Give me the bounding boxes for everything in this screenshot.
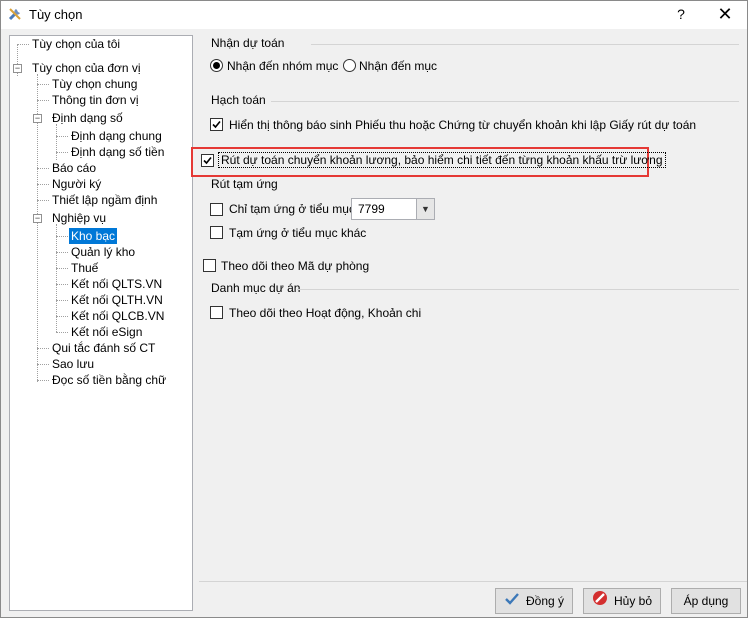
group-title-projects: Danh mục dự án <box>211 281 301 295</box>
checkbox-advance-subitem-label: Chỉ tạm ứng ở tiểu mục <box>229 202 355 216</box>
check-icon <box>504 590 520 614</box>
tree-item-amount-words[interactable]: Đọc số tiền bằng chữ <box>50 372 168 388</box>
subitem-select-value: 7799 <box>358 202 385 216</box>
tree-item-reports[interactable]: Báo cáo <box>50 160 98 176</box>
title-bar: Tùy chọn ? ✕ <box>1 1 747 29</box>
tools-icon <box>7 6 23 22</box>
tree-item-treasury[interactable]: Kho bạc <box>69 228 118 244</box>
tree-item-operations[interactable]: Nghiệp vụ <box>50 210 108 226</box>
cancel-icon <box>592 590 608 614</box>
radio-item-level-label: Nhận đến mục <box>359 59 438 73</box>
options-tree[interactable]: − − − Tùy chọn của tôi Tùy chọn của đơn … <box>9 35 193 611</box>
tree-item-defaults[interactable]: Thiết lập ngầm định <box>50 192 159 208</box>
tree-item-warehouse[interactable]: Quản lý kho <box>69 244 137 260</box>
footer-divider <box>199 581 747 582</box>
tree-item-tax[interactable]: Thuế <box>69 260 100 276</box>
tree-item-money-format[interactable]: Định dạng số tiền <box>69 144 166 160</box>
close-icon: ✕ <box>717 4 733 24</box>
help-button[interactable]: ? <box>661 1 701 28</box>
window-title: Tùy chọn <box>29 7 83 22</box>
chevron-down-icon[interactable]: ▼ <box>416 199 434 219</box>
tree-item-my-options[interactable]: Tùy chọn của tôi <box>30 36 122 52</box>
tree-item-general-format[interactable]: Định dạng chung <box>69 128 164 144</box>
tree-item-signers[interactable]: Người ký <box>50 176 103 192</box>
checkbox-track-activity[interactable] <box>210 306 223 319</box>
checkbox-salary-detail[interactable] <box>201 154 214 167</box>
tree-item-esign[interactable]: Kết nối eSign <box>69 324 144 340</box>
tree-item-backup[interactable]: Sao lưu <box>50 356 96 372</box>
checkbox-salary-detail-label: Rút dự toán chuyển khoản lương, bảo hiểm… <box>218 152 666 168</box>
group-title-accounting: Hạch toán <box>211 93 266 107</box>
checkbox-track-reserve-code-label: Theo dõi theo Mã dự phòng <box>221 259 370 273</box>
cancel-button[interactable]: Hủy bỏ <box>583 588 661 614</box>
collapse-toggle-icon[interactable]: − <box>33 114 42 123</box>
tree-item-qlts[interactable]: Kết nối QLTS.VN <box>69 276 164 292</box>
group-title-budget: Nhận dự toán <box>211 36 285 50</box>
tree-item-number-format[interactable]: Định dạng số <box>50 110 125 126</box>
checkbox-advance-subitem[interactable] <box>210 203 223 216</box>
subitem-select[interactable]: 7799 ▼ <box>351 198 435 220</box>
ok-button[interactable]: Đồng ý <box>495 588 573 614</box>
checkbox-show-receipt-notice[interactable] <box>210 118 223 131</box>
options-dialog: Tùy chọn ? ✕ − − − Tùy chọn của tôi Tùy … <box>0 0 748 618</box>
checkbox-track-reserve-code[interactable] <box>203 259 216 272</box>
radio-group-level[interactable] <box>210 59 223 72</box>
checkbox-track-activity-label: Theo dõi theo Hoạt động, Khoản chi <box>229 306 422 320</box>
tree-item-general[interactable]: Tùy chọn chung <box>50 76 139 92</box>
tree-item-numbering[interactable]: Qui tắc đánh số CT <box>50 340 157 356</box>
group-title-advance: Rút tạm ứng <box>211 177 278 191</box>
close-button[interactable]: ✕ <box>705 1 745 28</box>
checkbox-show-receipt-notice-label: Hiển thị thông báo sinh Phiếu thu hoặc C… <box>229 118 697 132</box>
tree-item-unit-options[interactable]: Tùy chọn của đơn vị <box>30 60 143 76</box>
apply-button[interactable]: Áp dụng <box>671 588 741 614</box>
checkbox-advance-other-label: Tạm ứng ở tiểu mục khác <box>229 226 367 240</box>
collapse-toggle-icon[interactable]: − <box>13 64 22 73</box>
tree-item-unit-info[interactable]: Thông tin đơn vị <box>50 92 141 108</box>
checkbox-advance-other[interactable] <box>210 226 223 239</box>
tree-item-qlcb[interactable]: Kết nối QLCB.VN <box>69 308 166 324</box>
radio-item-level[interactable] <box>343 59 356 72</box>
tree-item-qlth[interactable]: Kết nối QLTH.VN <box>69 292 165 308</box>
collapse-toggle-icon[interactable]: − <box>33 214 42 223</box>
radio-group-level-label: Nhận đến nhóm mục <box>227 59 339 73</box>
